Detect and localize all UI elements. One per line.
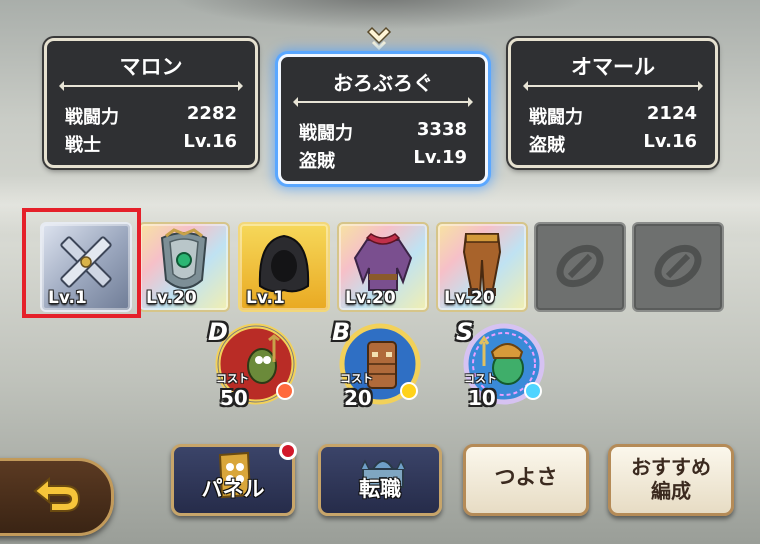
gem-indicator — [524, 382, 542, 400]
level-value: Lv.16 — [643, 131, 697, 152]
member-name: オマール — [571, 55, 655, 79]
panel-button-label: パネル — [201, 477, 265, 501]
job-label: 戦士 — [65, 135, 101, 156]
party-member-card-omar[interactable]: オマール 戦闘力 2124 盗賊 Lv.16 — [508, 38, 718, 168]
recommended-button-label: おすすめ 編成 — [631, 455, 711, 503]
selection-chevron-icon — [366, 26, 392, 51]
power-value: 3338 — [416, 119, 467, 140]
power-label: 戦闘力 — [65, 107, 119, 128]
member-name: マロン — [119, 55, 183, 79]
monster-medal-2[interactable]: B コスト 20 — [332, 318, 422, 410]
strength-button-label: つよさ — [494, 465, 558, 489]
equip-level: Lv.20 — [146, 288, 197, 308]
card-divider — [523, 81, 703, 91]
cost-label: コスト — [216, 372, 249, 385]
equip-slot-accessory-1[interactable] — [534, 222, 626, 312]
empty-accessory-icon — [654, 244, 702, 288]
level-value: Lv.19 — [413, 147, 467, 168]
power-label: 戦闘力 — [299, 123, 353, 144]
monster-rank: S — [456, 318, 474, 346]
job-row: 戦士 Lv.16 — [65, 131, 237, 157]
equip-slot-body-bottom[interactable]: Lv.20 — [436, 222, 528, 312]
back-button[interactable] — [0, 458, 114, 536]
monster-rank: D — [208, 318, 228, 346]
selected-equip-highlight — [22, 208, 141, 318]
monster-rank: B — [332, 318, 351, 346]
equip-level: Lv.20 — [345, 288, 396, 308]
monster-medal-3[interactable]: S コスト 10 — [456, 318, 546, 410]
equip-slot-accessory-2[interactable] — [632, 222, 724, 312]
power-row: 戦闘力 2282 — [65, 103, 237, 129]
empty-accessory-icon — [556, 244, 604, 288]
equip-level: Lv.20 — [444, 288, 495, 308]
party-member-card-orobulog[interactable]: おろぶろぐ 戦闘力 3338 盗賊 Lv.19 — [278, 54, 488, 184]
back-arrow-icon — [33, 476, 81, 512]
level-value: Lv.16 — [183, 131, 237, 152]
gem-indicator — [276, 382, 294, 400]
job-label: 盗賊 — [299, 151, 335, 172]
job-row: 盗賊 Lv.16 — [529, 131, 697, 157]
job-change-button-label: 転職 — [359, 477, 401, 501]
notification-badge — [279, 442, 297, 460]
equip-slot-head[interactable]: Lv.1 — [238, 222, 330, 312]
cost-value: 20 — [344, 386, 372, 410]
job-row: 盗賊 Lv.19 — [299, 147, 467, 173]
power-row: 戦闘力 3338 — [299, 119, 467, 145]
power-value: 2124 — [646, 103, 697, 124]
card-divider — [293, 97, 473, 107]
power-row: 戦闘力 2124 — [529, 103, 697, 129]
recommended-formation-button[interactable]: おすすめ 編成 — [608, 444, 734, 516]
power-value: 2282 — [186, 103, 237, 124]
gem-indicator — [400, 382, 418, 400]
equip-slot-shield[interactable]: Lv.20 — [138, 222, 230, 312]
cost-label: コスト — [340, 372, 373, 385]
job-change-button[interactable]: 転職 — [318, 444, 442, 516]
equip-level: Lv.1 — [246, 288, 285, 308]
panel-button[interactable]: パネル — [171, 444, 295, 516]
party-member-card-maron[interactable]: マロン 戦闘力 2282 戦士 Lv.16 — [44, 38, 258, 168]
job-label: 盗賊 — [529, 135, 565, 156]
member-name: おろぶろぐ — [333, 71, 433, 95]
cost-value: 10 — [468, 386, 496, 410]
cost-value: 50 — [220, 386, 248, 410]
equip-slot-body-top[interactable]: Lv.20 — [337, 222, 429, 312]
cost-label: コスト — [464, 372, 497, 385]
monster-medal-1[interactable]: D コスト 50 — [208, 318, 298, 410]
strength-button[interactable]: つよさ — [463, 444, 589, 516]
power-label: 戦闘力 — [529, 107, 583, 128]
card-divider — [59, 81, 243, 91]
